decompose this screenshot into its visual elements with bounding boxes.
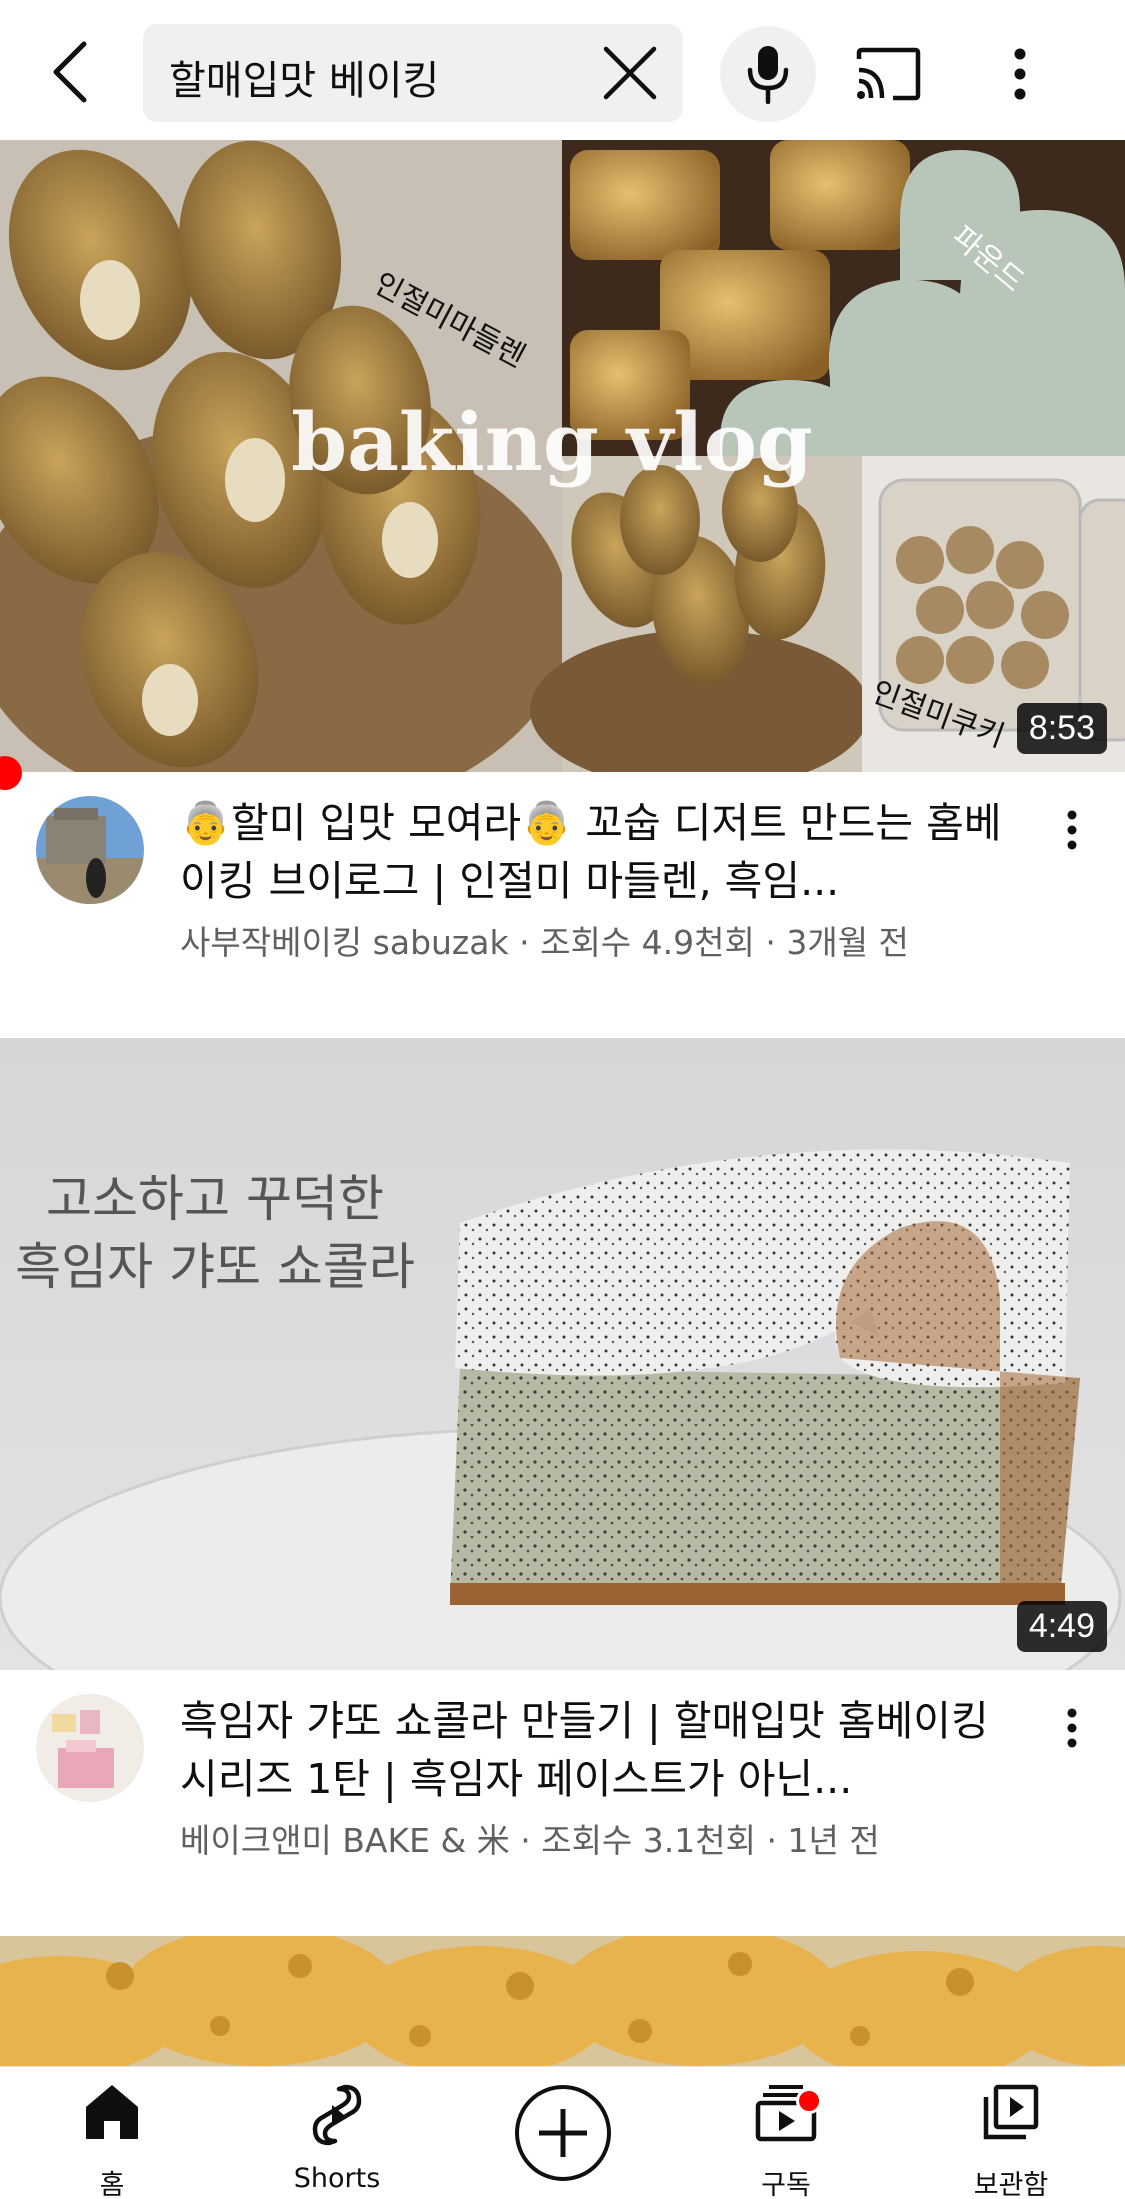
more-vertical-icon	[1067, 1708, 1077, 1748]
channel-avatar[interactable]	[36, 1694, 144, 1802]
video-action-menu-button[interactable]	[1052, 800, 1092, 860]
video-thumbnail[interactable]	[0, 1936, 1125, 2066]
more-vertical-icon	[1014, 48, 1026, 100]
video-thumbnail[interactable]: 고소하고 꾸덕한 흑임자 갸또 쇼콜라 4:49	[0, 1038, 1125, 1670]
thumbnail-image: 고소하고 꾸덕한 흑임자 갸또 쇼콜라	[0, 1038, 1125, 1670]
thumbnail-image	[0, 1936, 1125, 2066]
nav-library[interactable]: 보관함	[911, 2067, 1111, 2199]
video-duration: 8:53	[1016, 703, 1107, 754]
thumbnail-text-line1: 고소하고 꾸덕한	[46, 1170, 384, 1228]
video-thumbnail[interactable]: baking vlog 인절미마들렌 파운드 인절미쿠키 8:53	[0, 140, 1125, 772]
shorts-icon	[312, 2084, 362, 2146]
upload-age: 1년 전	[787, 1821, 880, 1860]
video-metadata: 베이크앤미 BAKE & 米 · 조회수 3.1천회 · 1년 전	[180, 1821, 880, 1860]
microphone-icon	[747, 46, 789, 104]
video-title[interactable]: 👵할미 입맛 모여라👵 꼬숩 디저트 만드는 홈베이킹 브이로그 | 인절미 마…	[180, 794, 1020, 910]
video-title[interactable]: 흑임자 갸또 쇼콜라 만들기 | 할매입맛 홈베이킹 시리즈 1탄 | 흑임자 …	[180, 1692, 1020, 1808]
nav-shorts-label: Shorts	[293, 2163, 381, 2194]
chevron-left-icon	[53, 41, 87, 103]
bottom-navigation: 홈 Shorts 구독 보관함	[0, 2066, 1125, 2199]
nav-home-label: 홈	[99, 2170, 125, 2199]
nav-shorts[interactable]: Shorts	[237, 2067, 437, 2199]
thumbnail-text-line2: 흑임자 갸또 쇼콜라	[15, 1238, 415, 1296]
avatar-image	[36, 1694, 144, 1802]
plus-icon	[539, 2109, 587, 2157]
voice-search-button[interactable]	[720, 26, 816, 122]
top-app-bar: 할매입맛 베이킹	[0, 0, 1125, 140]
channel-name[interactable]: 베이크앤미 BAKE & 米	[180, 1821, 510, 1860]
library-icon	[983, 2084, 1039, 2140]
more-options-button[interactable]	[990, 36, 1050, 112]
nav-subscriptions-label: 구독	[761, 2170, 811, 2199]
video-info[interactable]: 👵할미 입맛 모여라👵 꼬숩 디저트 만드는 홈베이킹 브이로그 | 인절미 마…	[0, 772, 1125, 972]
more-vertical-icon	[1067, 810, 1077, 850]
nav-home[interactable]: 홈	[12, 2067, 212, 2199]
home-icon	[86, 2085, 138, 2139]
thumbnail-image: baking vlog 인절미마들렌 파운드 인절미쿠키	[0, 140, 1125, 772]
cast-icon	[856, 47, 921, 101]
subscriptions-notification-dot	[796, 2088, 822, 2114]
close-icon	[603, 46, 657, 100]
create-button[interactable]	[515, 2085, 611, 2181]
nav-library-label: 보관함	[973, 2170, 1049, 2199]
thumbnail-title-text: baking vlog	[291, 395, 813, 489]
search-field[interactable]: 할매입맛 베이킹	[143, 24, 683, 122]
view-count: 조회수 3.1천회	[541, 1821, 756, 1860]
view-count: 조회수 4.9천회	[540, 923, 755, 962]
channel-name[interactable]: 사부작베이킹 sabuzak	[180, 923, 509, 962]
avatar-image	[36, 796, 144, 904]
search-query[interactable]: 할매입맛 베이킹	[169, 48, 439, 106]
channel-avatar[interactable]	[36, 796, 144, 904]
upload-age: 3개월 전	[786, 923, 909, 962]
nav-subscriptions[interactable]: 구독	[686, 2067, 886, 2199]
video-duration: 4:49	[1016, 1601, 1107, 1652]
video-info[interactable]: 흑임자 갸또 쇼콜라 만들기 | 할매입맛 홈베이킹 시리즈 1탄 | 흑임자 …	[0, 1670, 1125, 1870]
clear-search-button[interactable]	[601, 44, 659, 102]
back-button[interactable]	[40, 36, 100, 108]
video-metadata: 사부작베이킹 sabuzak · 조회수 4.9천회 · 3개월 전	[180, 923, 909, 962]
cast-button[interactable]	[850, 36, 926, 112]
video-action-menu-button[interactable]	[1052, 1698, 1092, 1758]
